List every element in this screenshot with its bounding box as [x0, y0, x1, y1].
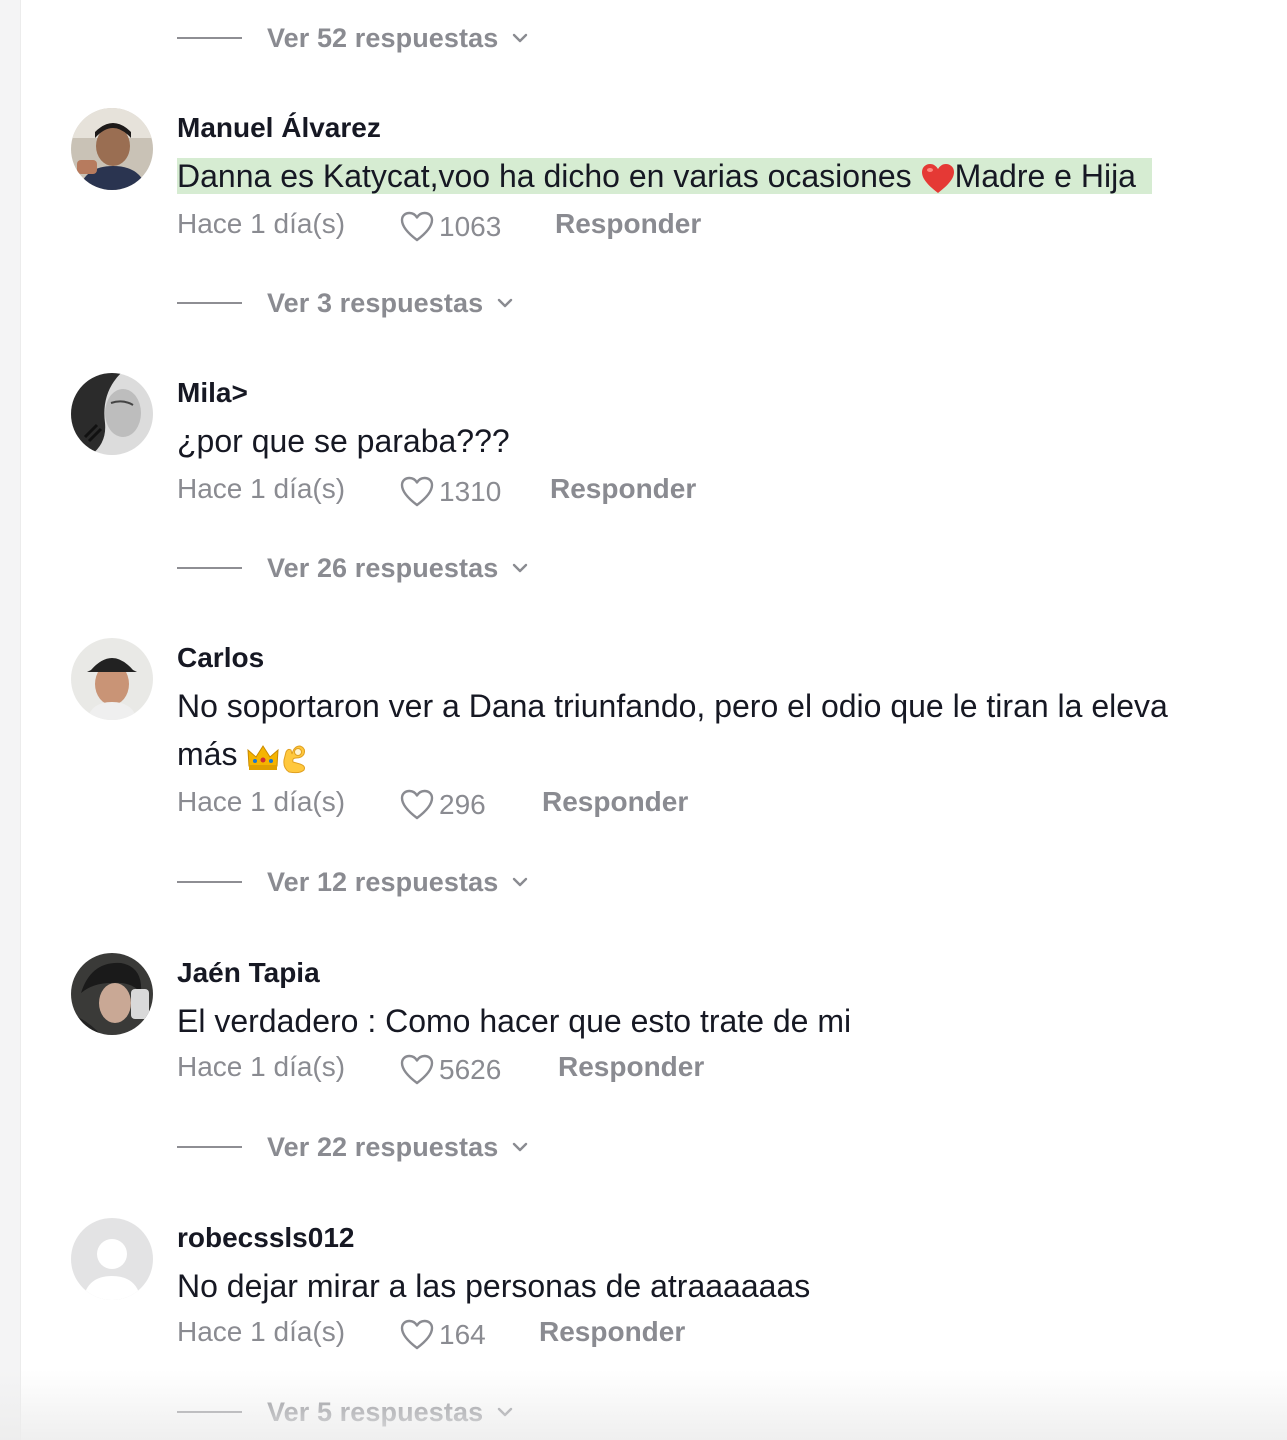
comment-text: No soportaron ver a Dana triunfando, per… [177, 682, 1237, 778]
chevron-down-icon [513, 563, 528, 573]
view-replies-button[interactable]: Ver 26 respuestas [177, 548, 530, 588]
default-avatar-icon [71, 1218, 153, 1300]
heart-outline-icon [400, 211, 434, 242]
comment-meta: Hace 1 día(s) 164 Responder [177, 1312, 685, 1352]
like-count: 1310 [439, 476, 502, 507]
view-replies-label: Ver 26 respuestas [267, 552, 499, 583]
comment-username[interactable]: Jaén Tapia [177, 957, 320, 989]
comment-username[interactable]: robecssls012 [177, 1222, 354, 1254]
view-replies-label: Ver 12 respuestas [267, 866, 499, 897]
comment-date: Hace 1 día(s) [177, 1051, 346, 1082]
view-replies-button[interactable]: Ver 52 respuestas [177, 18, 530, 58]
like-count: 164 [439, 1319, 486, 1350]
chevron-down-icon [513, 33, 528, 43]
avatar[interactable] [71, 638, 153, 720]
like-count: 5626 [439, 1054, 502, 1085]
heart-outline-icon [400, 1054, 434, 1085]
comment-date: Hace 1 día(s) [177, 786, 346, 817]
view-replies-button[interactable]: Ver 22 respuestas [177, 1127, 530, 1167]
comment-text: El verdadero : Como hacer que esto trate… [177, 1003, 852, 1039]
avatar[interactable] [71, 108, 153, 190]
replies-divider-line [177, 881, 242, 883]
chevron-down-icon [498, 1407, 513, 1417]
chevron-down-icon [513, 877, 528, 887]
reply-button[interactable]: Responder [539, 1316, 685, 1348]
like-button[interactable]: 1063 [399, 204, 555, 244]
replies-divider-line [177, 567, 242, 569]
replies-divider-line [177, 1146, 242, 1148]
avatar[interactable] [71, 953, 153, 1035]
like-count: 296 [439, 789, 486, 820]
heart-outline-icon [400, 1319, 434, 1350]
avatar[interactable] [71, 1218, 153, 1300]
replies-divider-line [177, 37, 242, 39]
view-replies-button[interactable]: Ver 5 respuestas [177, 1392, 515, 1432]
like-button[interactable]: 164 [399, 1312, 539, 1352]
reply-button[interactable]: Responder [550, 473, 696, 505]
comment-meta: Hace 1 día(s) 1063 Responder [177, 204, 701, 244]
chevron-down-icon [513, 1142, 528, 1152]
like-button[interactable]: 5626 [399, 1047, 558, 1087]
ok-hand-emoji-icon [283, 745, 306, 773]
view-replies-label: Ver 52 respuestas [267, 22, 499, 53]
comment-text-part: más [177, 736, 247, 772]
replies-divider-line [177, 302, 242, 304]
like-button[interactable]: 296 [399, 782, 542, 822]
comment-text: Danna es Katycat,voo ha dicho en varias … [177, 152, 1237, 200]
highlighted-text: Danna es Katycat,voo ha dicho en varias … [177, 158, 1152, 194]
left-sidebar-edge [0, 0, 21, 1440]
like-button[interactable]: 1310 [399, 469, 550, 509]
comment-text-part: Madre e Hija [954, 158, 1136, 194]
comment-username[interactable]: Manuel Álvarez [177, 112, 381, 144]
avatar[interactable] [71, 373, 153, 455]
crown-emoji-icon [247, 744, 279, 770]
chevron-down-icon [498, 298, 513, 308]
view-replies-button[interactable]: Ver 3 respuestas [177, 283, 515, 323]
heart-outline-icon [400, 789, 434, 820]
view-replies-button[interactable]: Ver 12 respuestas [177, 862, 530, 902]
comment-text-part: Danna es Katycat,voo ha dicho en varias … [177, 158, 921, 194]
view-replies-label: Ver 5 respuestas [267, 1396, 484, 1427]
comment-meta: Hace 1 día(s) 5626 Responder [177, 1047, 704, 1087]
comment-date: Hace 1 día(s) [177, 208, 346, 239]
reply-button[interactable]: Responder [558, 1051, 704, 1083]
comment-meta: Hace 1 día(s) 296 Responder [177, 782, 688, 822]
comment-username[interactable]: Mila> [177, 377, 248, 409]
reply-button[interactable]: Responder [555, 208, 701, 240]
reply-button[interactable]: Responder [542, 786, 688, 818]
heart-emoji-icon [921, 163, 954, 193]
comment-text-line: más [177, 730, 1237, 778]
comment-username[interactable]: Carlos [177, 642, 264, 674]
comment-text-line: No soportaron ver a Dana triunfando, per… [177, 688, 1168, 724]
comment-date: Hace 1 día(s) [177, 473, 346, 504]
view-replies-label: Ver 3 respuestas [267, 287, 484, 318]
comment-meta: Hace 1 día(s) 1310 Responder [177, 469, 696, 509]
view-replies-label: Ver 22 respuestas [267, 1131, 499, 1162]
heart-outline-icon [400, 476, 434, 507]
like-count: 1063 [439, 211, 502, 242]
comment-text: No dejar mirar a las personas de atraaaa… [177, 1268, 811, 1304]
replies-divider-line [177, 1411, 242, 1413]
comments-page: Ver 52 respuestas Manuel Álvarez Danna e… [0, 0, 1287, 1440]
comment-text: ¿por que se paraba??? [177, 423, 510, 459]
comment-date: Hace 1 día(s) [177, 1316, 346, 1347]
